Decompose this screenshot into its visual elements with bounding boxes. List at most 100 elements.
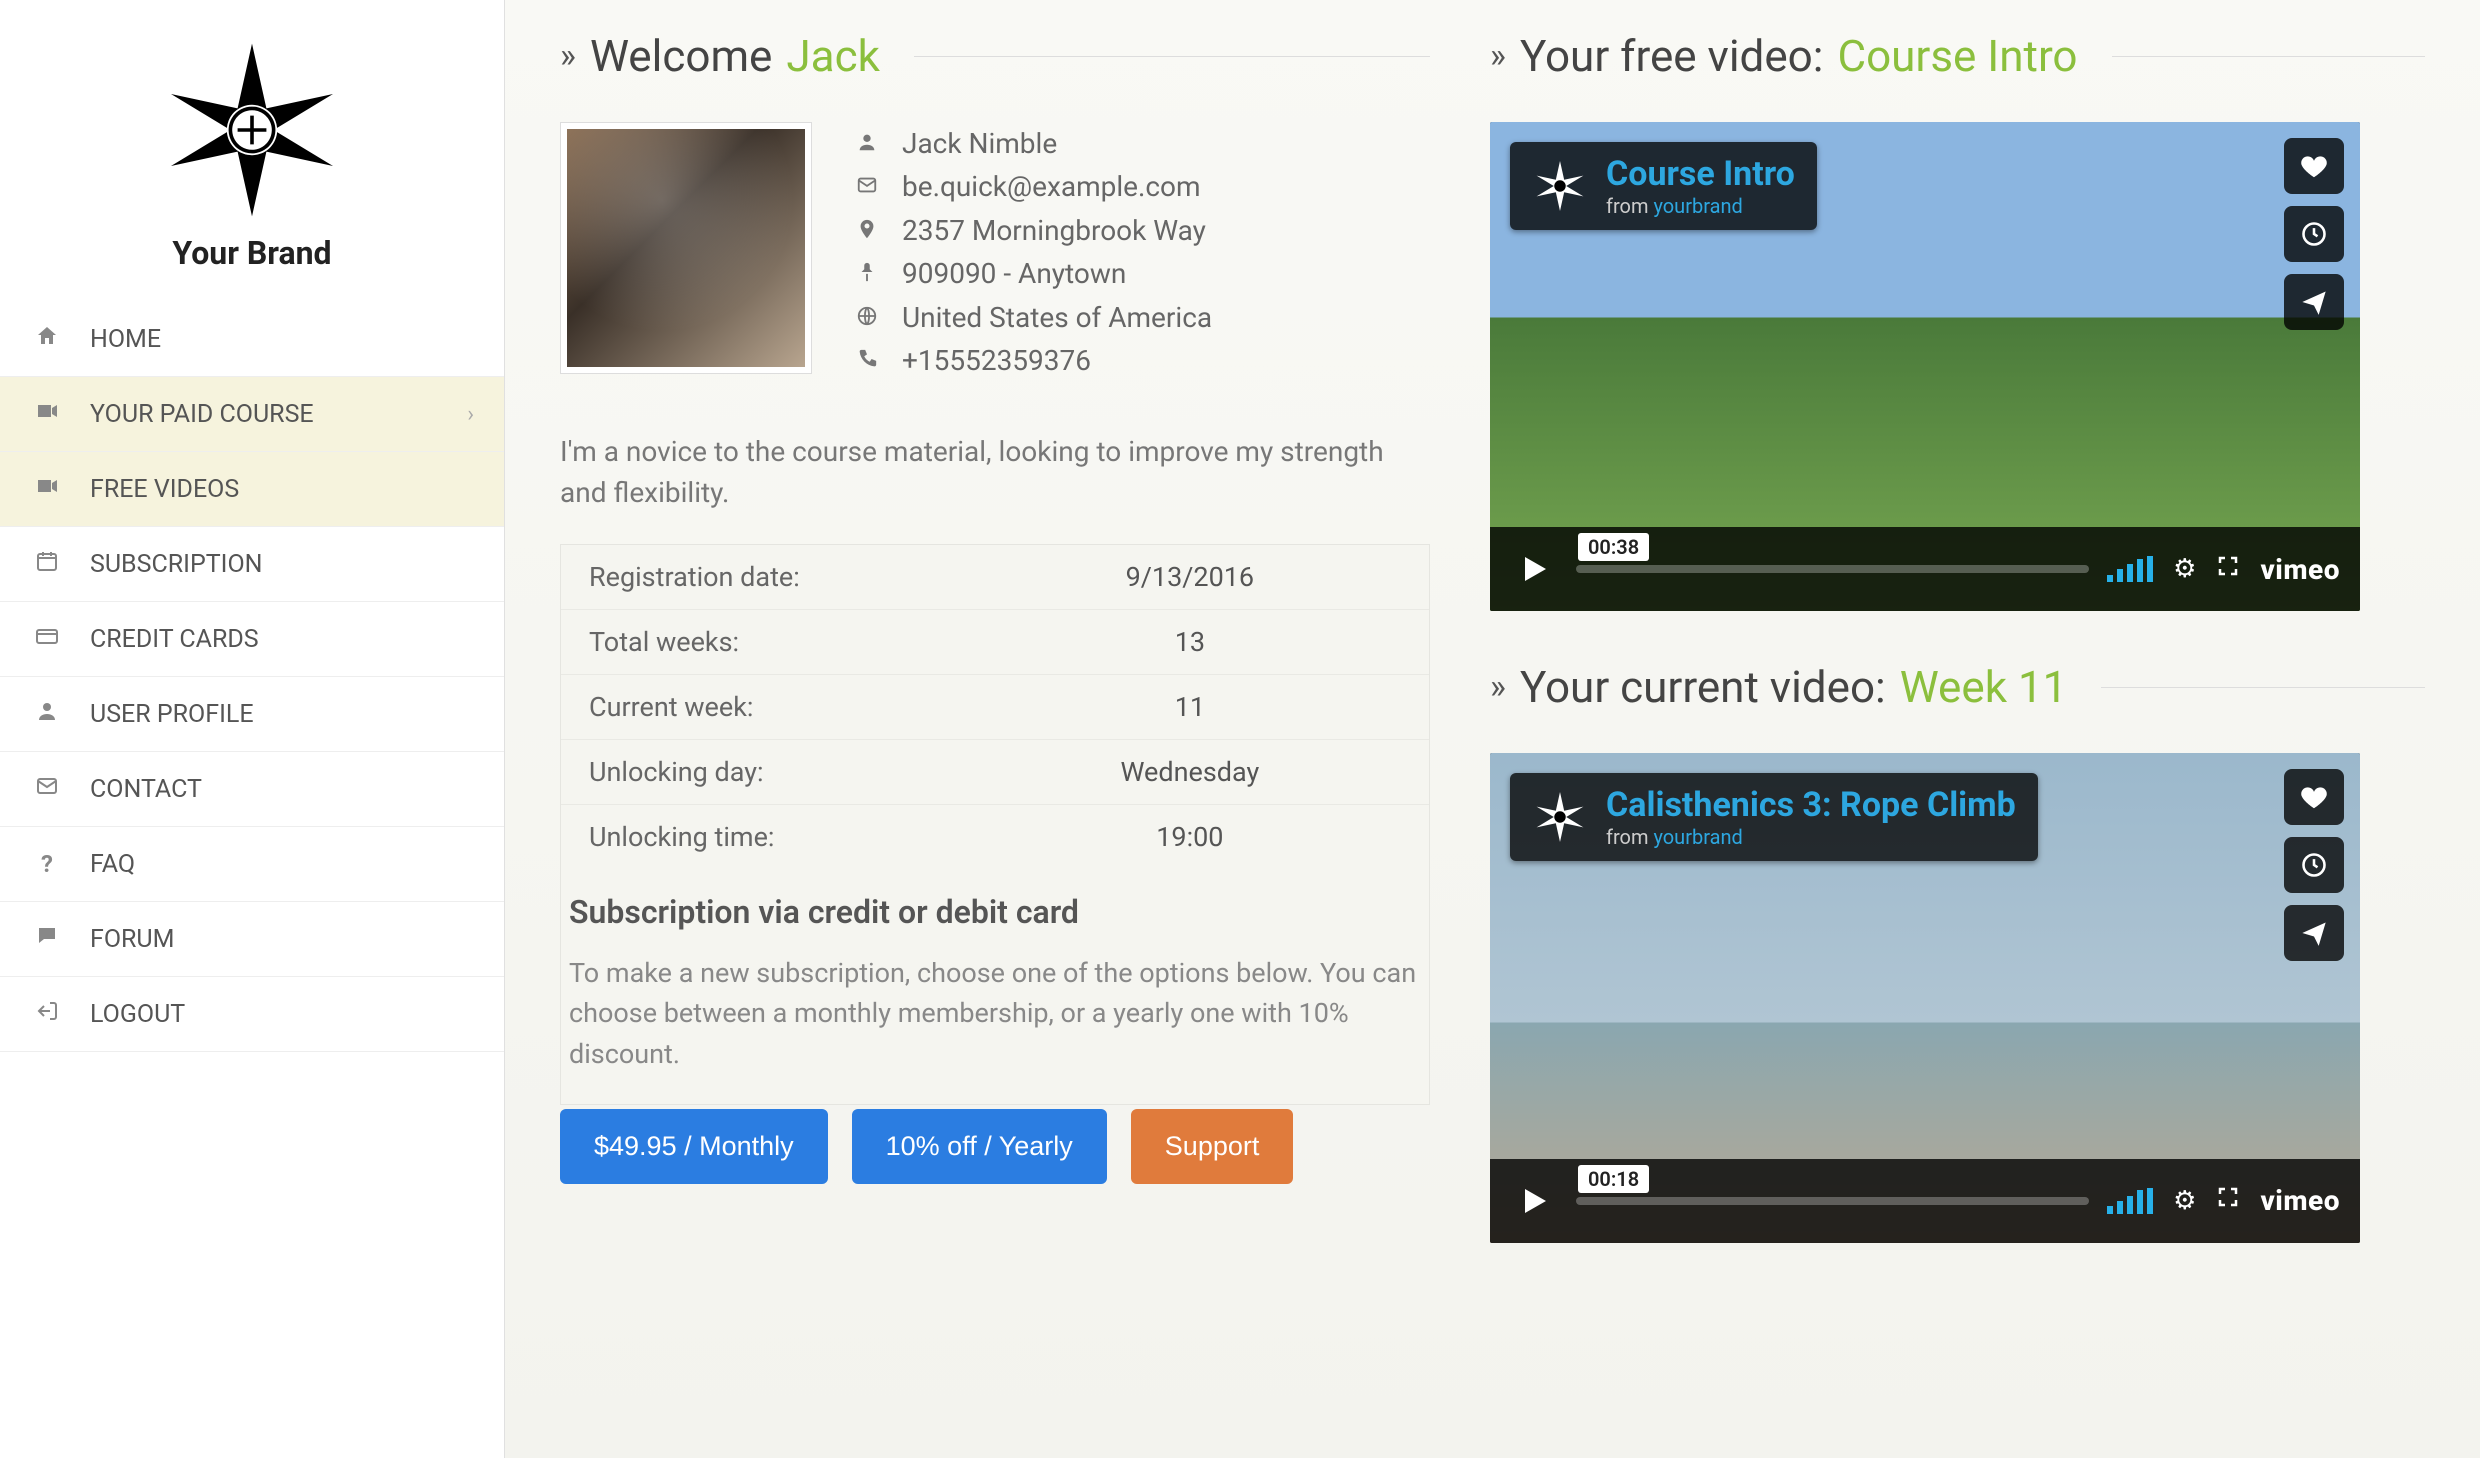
video-from-brand[interactable]: yourbrand [1653,194,1742,218]
table-row: Total weeks:13 [561,610,1429,675]
profile-full-name: Jack Nimble [902,122,1057,165]
table-row: Registration date:9/13/2016 [561,545,1429,610]
brand-mini-logo-icon [1532,158,1588,214]
table-row: Current week:11 [561,675,1429,740]
profile-country-row: United States of America [852,296,1212,339]
support-button[interactable]: Support [1131,1109,1294,1184]
profile-address-row: 2357 Morningbrook Way [852,209,1212,252]
chevron-right-icon: › [467,402,474,427]
profile-row: Jack Nimble be.quick@example.com 2357 Mo… [560,122,1430,382]
video-controls: 00:38 ⚙ vimeo [1490,527,2360,611]
row-value: 9/13/2016 [979,561,1401,593]
video-side-actions [2284,138,2344,330]
free-video-player[interactable]: Course Intro from yourbrand 00:38 ⚙ [1490,122,2360,611]
video-icon [30,399,64,429]
sidebar-item-free-videos[interactable]: FREE VIDEOS [0,452,504,527]
share-button[interactable] [2284,274,2344,330]
sidebar-item-label: HOME [90,325,161,354]
sidebar-item-paid-course[interactable]: YOUR PAID COURSE › [0,377,504,452]
sidebar-item-faq[interactable]: ? FAQ [0,827,504,902]
sidebar-item-user-profile[interactable]: USER PROFILE [0,677,504,752]
credit-card-icon [30,624,64,654]
sidebar-item-label: FREE VIDEOS [90,475,239,504]
sidebar-item-home[interactable]: HOME [0,302,504,377]
row-key: Unlocking time: [589,821,979,853]
subscription-info-card: Registration date:9/13/2016 Total weeks:… [560,544,1430,1106]
row-key: Unlocking day: [589,756,979,788]
free-video-heading-prefix: Your free video: [1520,30,1824,82]
video-controls: 00:18 ⚙ vimeo [1490,1159,2360,1243]
video-side-actions [2284,769,2344,961]
play-button[interactable] [1510,545,1558,593]
profile-address: 2357 Morningbrook Way [902,209,1206,252]
settings-button[interactable]: ⚙ [2173,1186,2196,1216]
profile-city-zip: 909090 - Anytown [902,252,1126,295]
video-from: from yourbrand [1606,825,2016,849]
seek-bar[interactable] [1576,1197,2089,1205]
row-value: 19:00 [979,821,1401,853]
provider-logo[interactable]: vimeo [2260,553,2340,586]
fullscreen-button[interactable] [2216,1185,2240,1216]
share-button[interactable] [2284,905,2344,961]
subscription-description: To make a new subscription, choose one o… [561,943,1429,1105]
brand-mini-logo-icon [1532,789,1588,845]
profile-bio: I'm a novice to the course material, loo… [560,432,1430,513]
video-title-box: Course Intro from yourbrand [1510,142,1817,230]
current-video-player[interactable]: Calisthenics 3: Rope Climb from yourbran… [1490,753,2360,1242]
chevrons-icon: » [1490,667,1506,707]
seek-bar[interactable] [1576,565,2089,573]
settings-button[interactable]: ⚙ [2173,554,2196,584]
chevrons-icon: » [560,36,576,76]
pin-icon [852,252,882,295]
chat-icon [30,924,64,954]
row-key: Registration date: [589,561,979,593]
sidebar-item-contact[interactable]: CONTACT [0,752,504,827]
subscription-heading: Subscription via credit or debit card [561,869,1429,943]
video-from-brand[interactable]: yourbrand [1653,825,1742,849]
welcome-prefix: Welcome [590,30,772,82]
profile-column: » Welcome Jack Jack Nimble be.quick@exam… [560,30,1430,1428]
sidebar-item-label: CONTACT [90,775,202,804]
welcome-username: Jack [786,30,880,82]
fullscreen-button[interactable] [2216,554,2240,585]
sidebar-item-forum[interactable]: FORUM [0,902,504,977]
volume-icon[interactable] [2107,556,2153,582]
row-value: 13 [979,626,1401,658]
like-button[interactable] [2284,138,2344,194]
sidebar-item-label: CREDIT CARDS [90,625,259,654]
current-video-heading-accent: Week 11 [1900,661,2068,713]
chevrons-icon: » [1490,36,1506,76]
play-button[interactable] [1510,1177,1558,1225]
monthly-button[interactable]: $49.95 / Monthly [560,1109,828,1184]
video-timestamp: 00:18 [1578,1165,1649,1193]
video-title[interactable]: Calisthenics 3: Rope Climb [1606,785,2016,825]
sidebar-item-label: USER PROFILE [90,700,254,729]
sidebar-item-label: FAQ [90,850,135,879]
avatar [560,122,812,374]
sidebar-item-label: LOGOUT [90,1000,185,1029]
phone-icon [852,339,882,382]
free-video-heading-accent: Course Intro [1837,30,2077,82]
brand-name: Your Brand [20,234,484,272]
free-video-heading: » Your free video: Course Intro [1490,30,2425,82]
logout-icon [30,999,64,1029]
sidebar-item-credit-cards[interactable]: CREDIT CARDS [0,602,504,677]
main-content: » Welcome Jack Jack Nimble be.quick@exam… [505,0,2480,1458]
videos-column: » Your free video: Course Intro Course I… [1490,30,2425,1428]
sidebar-item-logout[interactable]: LOGOUT [0,977,504,1052]
sidebar-item-subscription[interactable]: SUBSCRIPTION [0,527,504,602]
video-title[interactable]: Course Intro [1606,154,1795,194]
watch-later-button[interactable] [2284,206,2344,262]
profile-country: United States of America [902,296,1212,339]
video-icon [30,474,64,504]
video-from: from yourbrand [1606,194,1795,218]
sidebar-item-label: SUBSCRIPTION [90,550,262,579]
like-button[interactable] [2284,769,2344,825]
volume-icon[interactable] [2107,1188,2153,1214]
provider-logo[interactable]: vimeo [2260,1184,2340,1217]
video-title-box: Calisthenics 3: Rope Climb from yourbran… [1510,773,2038,861]
welcome-heading: » Welcome Jack [560,30,1430,82]
watch-later-button[interactable] [2284,837,2344,893]
yearly-button[interactable]: 10% off / Yearly [852,1109,1107,1184]
profile-city-row: 909090 - Anytown [852,252,1212,295]
